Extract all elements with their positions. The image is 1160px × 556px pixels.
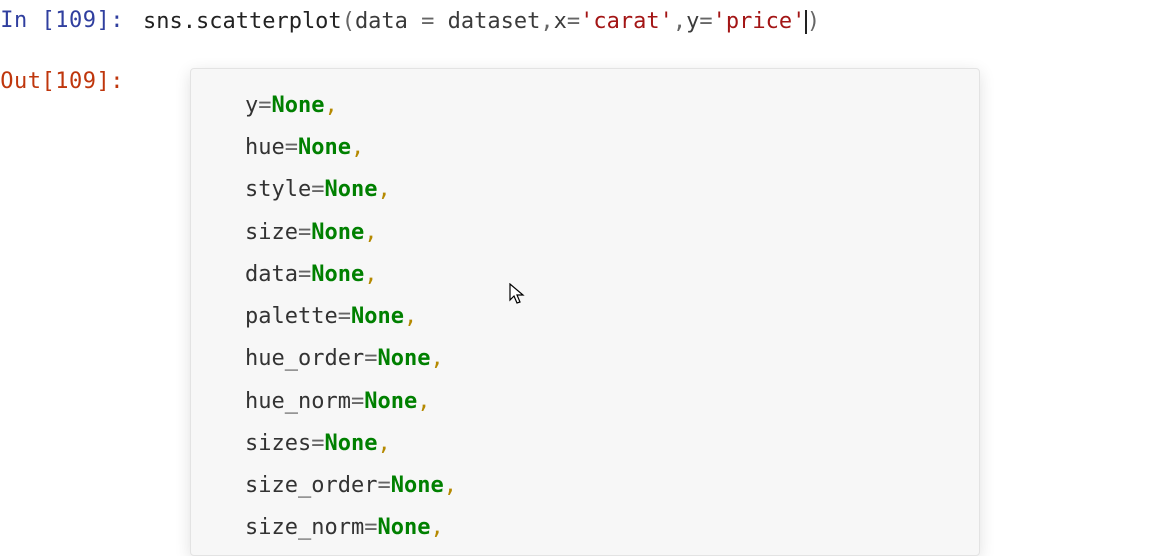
param-name: size_norm <box>245 515 364 540</box>
param-eq: = <box>285 135 298 160</box>
param-name: palette <box>245 304 338 329</box>
param-default: None <box>324 177 377 202</box>
param-default: None <box>298 135 351 160</box>
param-name: hue <box>245 135 285 160</box>
param-eq: = <box>258 93 271 118</box>
arg-y-val: 'price' <box>713 9 806 34</box>
input-cell: In [109]: sns.scatterplot(data = dataset… <box>0 0 1160 43</box>
param-default: None <box>351 304 404 329</box>
param-name: style <box>245 177 311 202</box>
param-comma: , <box>364 220 377 245</box>
out-prompt-label: Out[109]: <box>0 65 134 94</box>
param-line: y=None, <box>245 85 925 127</box>
param-eq: = <box>364 346 377 371</box>
arg-data-name: data <box>355 9 408 34</box>
param-default: None <box>377 346 430 371</box>
param-eq: = <box>311 431 324 456</box>
param-comma: , <box>377 177 390 202</box>
param-line: size=None, <box>245 212 925 254</box>
param-line: data=None, <box>245 254 925 296</box>
param-comma: , <box>430 515 443 540</box>
param-line: palette=None, <box>245 296 925 338</box>
code-input[interactable]: sns.scatterplot(data = dataset,x='carat'… <box>134 4 1160 39</box>
eq-sign-3: = <box>699 9 712 34</box>
in-prompt-label: In [109]: <box>0 4 134 33</box>
param-eq: = <box>338 304 351 329</box>
param-comma: , <box>444 473 457 498</box>
param-default: None <box>311 262 364 287</box>
param-comma: , <box>417 389 430 414</box>
arg-x-val: 'carat' <box>580 9 673 34</box>
arg-data-val: dataset <box>448 9 541 34</box>
signature-tooltip[interactable]: y=None,hue=None,style=None,size=None,dat… <box>190 68 980 556</box>
param-default: None <box>272 93 325 118</box>
param-name: size <box>245 220 298 245</box>
param-eq: = <box>351 389 364 414</box>
param-default: None <box>311 220 364 245</box>
param-line: size_order=None, <box>245 465 925 507</box>
param-eq: = <box>377 473 390 498</box>
param-comma: , <box>364 262 377 287</box>
param-eq: = <box>298 262 311 287</box>
param-line: size_norm=None, <box>245 507 925 549</box>
param-line: hue=None, <box>245 127 925 169</box>
param-default: None <box>391 473 444 498</box>
param-eq: = <box>298 220 311 245</box>
param-comma: , <box>351 135 364 160</box>
param-default: None <box>324 431 377 456</box>
param-comma: , <box>377 431 390 456</box>
param-line: hue_order=None, <box>245 338 925 380</box>
arg-y-name: y <box>686 9 699 34</box>
comma-2: , <box>673 9 686 34</box>
param-line: sizes=None, <box>245 423 925 465</box>
param-comma: , <box>404 304 417 329</box>
eq-sign: = <box>408 9 448 34</box>
param-comma: , <box>324 93 337 118</box>
param-name: hue_norm <box>245 389 351 414</box>
param-name: hue_order <box>245 346 364 371</box>
code-line[interactable]: sns.scatterplot(data = dataset,x='carat'… <box>135 5 1159 38</box>
paren-close: ) <box>807 9 820 34</box>
param-line: style=None, <box>245 169 925 211</box>
param-default: None <box>364 389 417 414</box>
comma: , <box>540 9 553 34</box>
paren-open: ( <box>342 9 355 34</box>
param-default: None <box>377 515 430 540</box>
param-eq: = <box>364 515 377 540</box>
param-comma: , <box>430 346 443 371</box>
param-name: data <box>245 262 298 287</box>
code-call: sns.scatterplot <box>143 9 342 34</box>
param-eq: = <box>311 177 324 202</box>
param-name: size_order <box>245 473 377 498</box>
param-name: sizes <box>245 431 311 456</box>
arg-x-name: x <box>554 9 567 34</box>
param-name: y <box>245 93 258 118</box>
param-line: hue_norm=None, <box>245 381 925 423</box>
eq-sign-2: = <box>567 9 580 34</box>
